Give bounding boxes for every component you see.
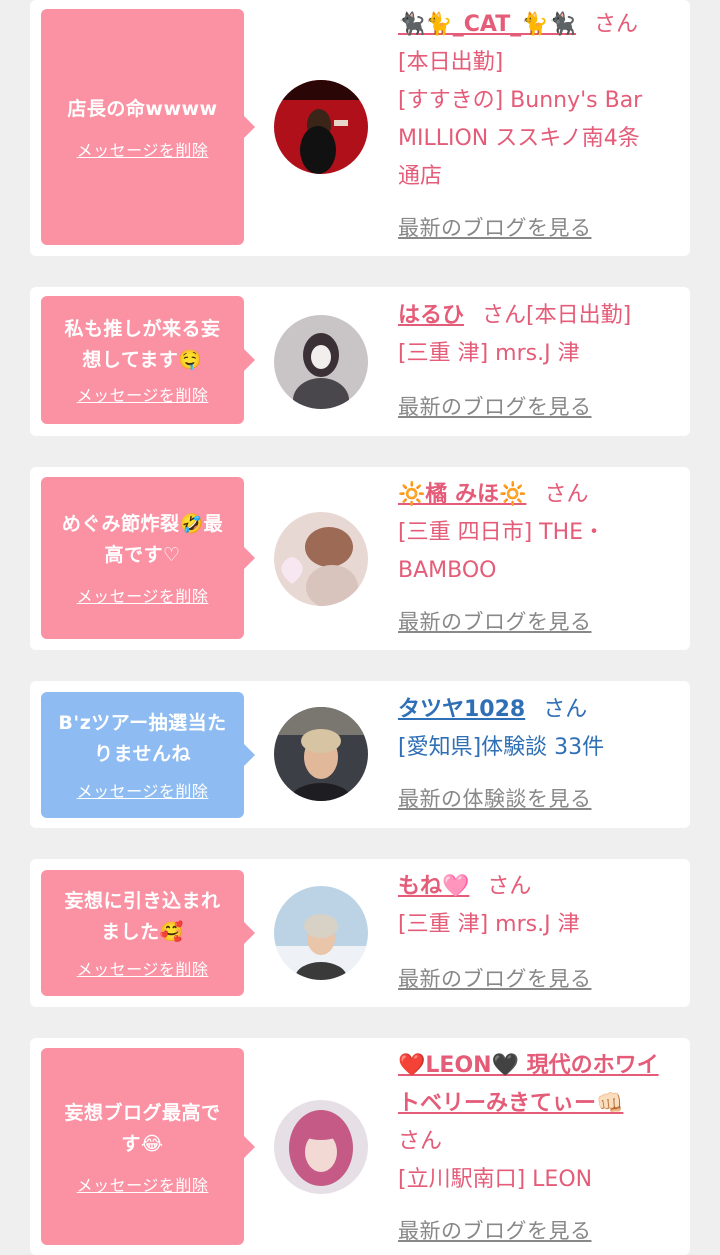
latest-blog-link[interactable]: 最新のブログを見る [398, 1215, 592, 1245]
honorific-status: さん[本日出勤] [482, 303, 632, 328]
sender-name-line: ❤️LEON🖤 現代のホワイ [398, 1047, 683, 1085]
message-line: ました🥰 [101, 921, 184, 943]
latest-blog-link[interactable]: 最新のブログを見る [398, 391, 592, 421]
sender-info: 🔆橘 みほ🔆 さん [三重 四日市] THE・ BAMBOO 最新のブログを見る [398, 476, 683, 634]
sender-name-line: 🐈‍⬛🐈_CAT_🐈🐈‍⬛ さん [398, 6, 683, 44]
avatar-image [274, 315, 368, 409]
sender-info: ❤️LEON🖤 現代のホワイ トベリーみきてぃー👊🏻 さん [立川駅南口] LE… [398, 1047, 683, 1243]
delete-message-link[interactable]: メッセージを削除 [77, 137, 209, 161]
avatar[interactable] [274, 1100, 368, 1194]
message-card: 私も推しが来る妄 想してます🤤 メッセージを削除 はるひ さん[本日出勤] [三重… [30, 287, 690, 436]
sender-detail: [立川駅南口] LEON [398, 1167, 593, 1192]
avatar[interactable] [274, 886, 368, 980]
message-bubble: B'zツアー抽選当た りませんね メッセージを削除 [41, 692, 255, 818]
sender-detail: [愛知県]体験談 33件 [398, 735, 605, 760]
sender-name-link[interactable]: 🐈‍⬛🐈_CAT_🐈🐈‍⬛ [398, 12, 576, 37]
sender-detail: MILLION ススキノ南4条 [398, 126, 640, 151]
message-bubble: めぐみ節炸裂🤣最 高です♡ メッセージを削除 [41, 477, 255, 639]
sender-detail: BAMBOO [398, 558, 497, 583]
latest-review-link[interactable]: 最新の体験談を見る [398, 783, 592, 813]
message-card: B'zツアー抽選当た りませんね メッセージを削除 タツヤ1028 さん [愛知県… [30, 681, 690, 828]
sender-detail: [すすきの] Bunny's Bar [398, 88, 643, 113]
sender-name-line: タツヤ1028 さん [398, 691, 683, 729]
message-line: りませんね [94, 743, 191, 765]
avatar-image [274, 886, 368, 980]
sender-name-link[interactable]: タツヤ1028 [398, 697, 525, 722]
message-bubble: 店長の命wwww メッセージを削除 [41, 9, 255, 245]
message-text: 妄想に引き込まれ ました🥰 [64, 886, 220, 948]
message-text: 店長の命wwww [67, 94, 217, 125]
message-card: 妄想に引き込まれ ました🥰 メッセージを削除 もね🩷 さん [三重 津] mrs.… [30, 859, 690, 1007]
message-line: めぐみ節炸裂🤣最 [61, 513, 224, 535]
message-line: B'zツアー抽選当た [58, 712, 227, 734]
message-text: 私も推しが来る妄 想してます🤤 [64, 314, 220, 376]
sender-name-line: はるひ さん[本日出勤] [398, 297, 683, 335]
sender-name-link[interactable]: 🔆橘 みほ🔆 [398, 482, 526, 507]
sender-name-link[interactable]: ❤️LEON🖤 現代のホワイ [398, 1053, 659, 1078]
honorific: さん [543, 697, 588, 722]
delete-message-link[interactable]: メッセージを削除 [77, 1172, 209, 1196]
latest-blog-link[interactable]: 最新のブログを見る [398, 606, 592, 636]
sender-name-line: トベリーみきてぃー👊🏻 [398, 1085, 683, 1123]
message-card: 店長の命wwww メッセージを削除 🐈‍⬛🐈_CAT_🐈🐈‍⬛ さん [本日出勤]… [30, 0, 690, 256]
sender-detail: 通店 [398, 164, 443, 189]
avatar-image [274, 707, 368, 801]
sender-detail: [三重 津] mrs.J 津 [398, 912, 580, 937]
avatar[interactable] [274, 315, 368, 409]
message-line: 店長の命wwww [67, 97, 218, 120]
sender-detail: [本日出勤] [398, 50, 504, 75]
honorific: さん [398, 1129, 443, 1154]
message-bubble: 妄想ブログ最高で す😂 メッセージを削除 [41, 1048, 255, 1245]
sender-name-line: もね🩷 さん [398, 868, 683, 906]
sender-name-link[interactable]: はるひ [398, 303, 464, 328]
avatar-image [274, 80, 368, 174]
sender-name-link[interactable]: もね🩷 [398, 874, 469, 899]
honorific: さん [544, 482, 589, 507]
sender-name-line: 🔆橘 みほ🔆 さん [398, 476, 683, 514]
sender-info: はるひ さん[本日出勤] [三重 津] mrs.J 津 最新のブログを見る [398, 297, 683, 419]
latest-blog-link[interactable]: 最新のブログを見る [398, 212, 592, 242]
delete-message-link[interactable]: メッセージを削除 [77, 382, 209, 406]
message-line: 想してます🤤 [82, 349, 203, 371]
message-text: めぐみ節炸裂🤣最 高です♡ [62, 509, 223, 571]
message-line: す😂 [121, 1132, 164, 1155]
sender-detail: [三重 津] mrs.J 津 [398, 341, 580, 366]
delete-message-link[interactable]: メッセージを削除 [77, 778, 209, 802]
sender-info: もね🩷 さん [三重 津] mrs.J 津 最新のブログを見る [398, 868, 683, 991]
message-text: B'zツアー抽選当た りませんね [58, 708, 226, 770]
message-list: 店長の命wwww メッセージを削除 🐈‍⬛🐈_CAT_🐈🐈‍⬛ さん [本日出勤]… [0, 0, 720, 1255]
message-line: 私も推しが来る妄 [64, 318, 221, 340]
avatar[interactable] [274, 80, 368, 174]
sender-info: タツヤ1028 さん [愛知県]体験談 33件 最新の体験談を見る [398, 691, 683, 811]
sender-info: 🐈‍⬛🐈_CAT_🐈🐈‍⬛ さん [本日出勤] [すすきの] Bunny's Ba… [398, 6, 683, 240]
message-card: めぐみ節炸裂🤣最 高です♡ メッセージを削除 🔆橘 みほ🔆 さん [三重 四日市]… [30, 467, 690, 650]
sender-detail: [三重 四日市] THE・ [398, 520, 606, 545]
delete-message-link[interactable]: メッセージを削除 [77, 583, 209, 607]
avatar-image [274, 512, 368, 606]
message-line: 高です♡ [104, 544, 181, 566]
message-line: 妄想ブログ最高で [64, 1101, 221, 1124]
avatar[interactable] [274, 512, 368, 606]
message-bubble: 私も推しが来る妄 想してます🤤 メッセージを削除 [41, 296, 255, 424]
avatar[interactable] [274, 707, 368, 801]
honorific: さん [594, 12, 639, 37]
message-card: 妄想ブログ最高で す😂 メッセージを削除 ❤️LEON🖤 現代のホワイ トベリー… [30, 1038, 690, 1255]
delete-message-link[interactable]: メッセージを削除 [77, 956, 209, 980]
message-line: 妄想に引き込まれ [64, 890, 221, 912]
sender-name-link[interactable]: トベリーみきてぃー👊🏻 [398, 1091, 623, 1116]
latest-blog-link[interactable]: 最新のブログを見る [398, 963, 592, 993]
avatar-image [274, 1100, 368, 1194]
message-text: 妄想ブログ最高で す😂 [64, 1098, 220, 1160]
message-bubble: 妄想に引き込まれ ました🥰 メッセージを削除 [41, 870, 255, 996]
honorific: さん [487, 874, 532, 899]
